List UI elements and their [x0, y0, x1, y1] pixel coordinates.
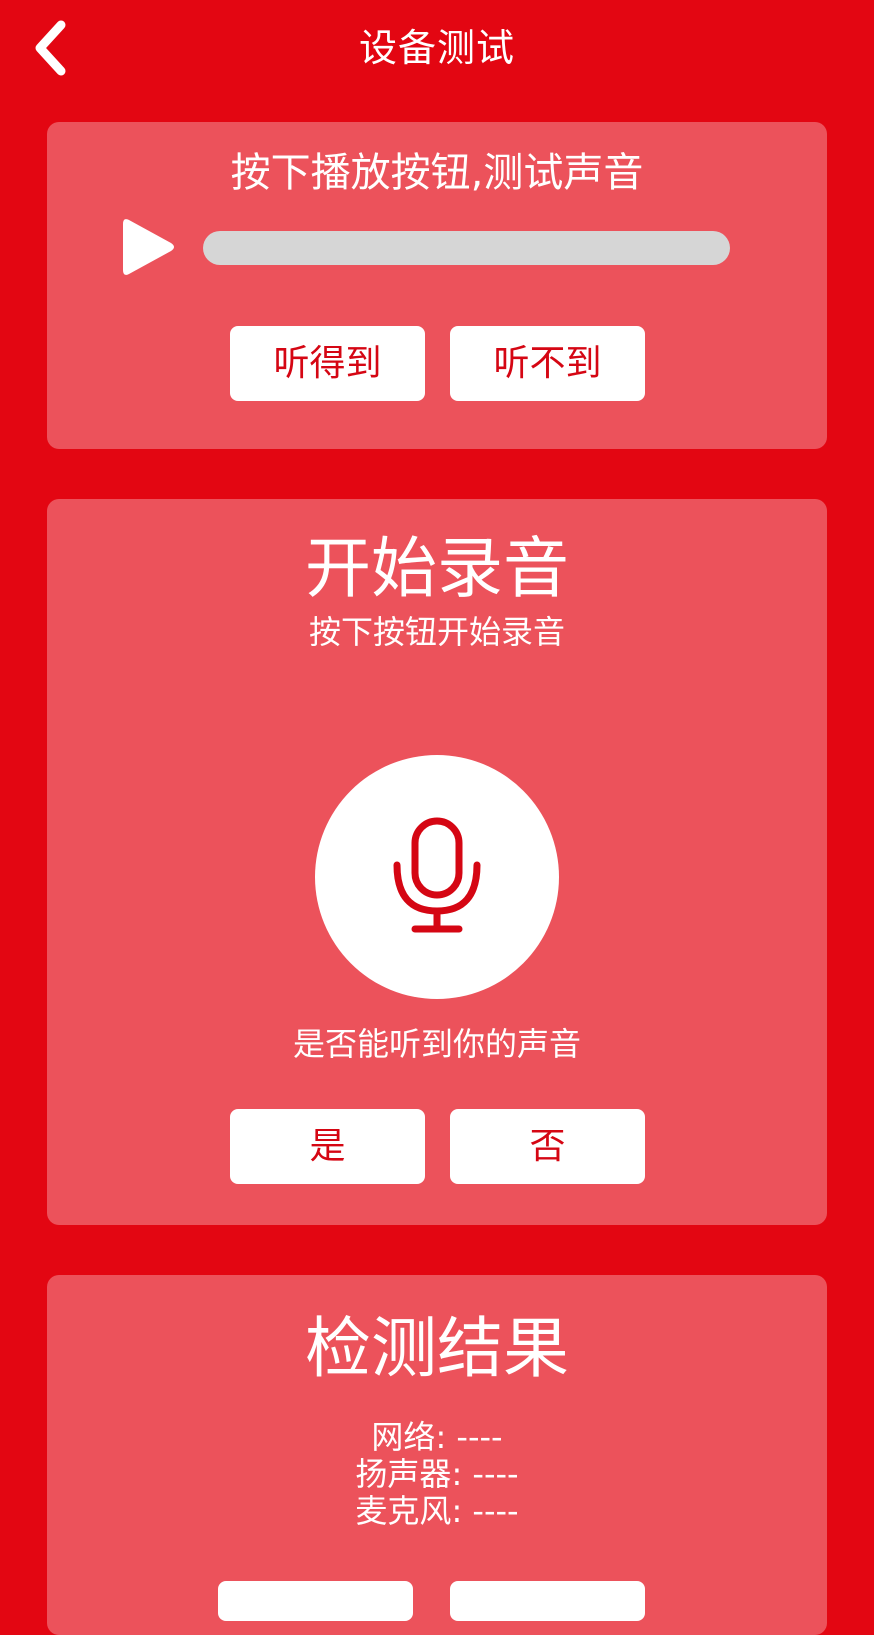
speaker-test-card: 按下播放按钮,测试声音 听得到 听不到	[47, 122, 827, 449]
play-icon	[123, 219, 174, 275]
result-action-button-right[interactable]	[450, 1581, 645, 1621]
results-title: 检测结果	[305, 1310, 569, 1387]
mic-test-card: 开始录音 按下按钮开始录音 是否能听到你的声音 是 否	[47, 499, 827, 1225]
can-hear-button[interactable]: 听得到	[230, 326, 425, 401]
result-label: 扬声器	[355, 1455, 452, 1493]
result-value: ----	[456, 1418, 503, 1456]
result-value: ----	[472, 1492, 519, 1530]
audio-progress-bar[interactable]	[203, 231, 730, 265]
result-label: 麦克风	[355, 1492, 452, 1530]
mic-test-subtitle: 按下按钮开始录音	[308, 613, 565, 651]
result-value: ----	[472, 1455, 519, 1493]
result-speaker: 扬声器: ----	[355, 1455, 519, 1493]
top-bar: 设备测试	[0, 0, 874, 100]
mic-question: 是否能听到你的声音	[292, 1025, 581, 1063]
no-button[interactable]: 否	[450, 1109, 645, 1184]
result-network: 网络: ----	[371, 1418, 503, 1456]
yes-button[interactable]: 是	[230, 1109, 425, 1184]
results-list: 网络: ---- 扬声器: ---- 麦克风: ----	[47, 1419, 827, 1530]
play-button[interactable]	[119, 212, 179, 282]
result-microphone: 麦克风: ----	[355, 1492, 519, 1530]
speaker-instruction: 按下播放按钮,测试声音	[230, 150, 644, 196]
cannot-hear-button[interactable]: 听不到	[450, 326, 645, 401]
page-title: 设备测试	[358, 26, 515, 70]
microphone-icon	[393, 817, 481, 933]
result-action-button-left[interactable]	[218, 1581, 413, 1621]
record-button[interactable]	[315, 755, 559, 999]
results-card: 检测结果 网络: ---- 扬声器: ---- 麦克风: ----	[47, 1275, 827, 1635]
result-label: 网络	[371, 1418, 436, 1456]
mic-test-title: 开始录音	[305, 530, 569, 607]
